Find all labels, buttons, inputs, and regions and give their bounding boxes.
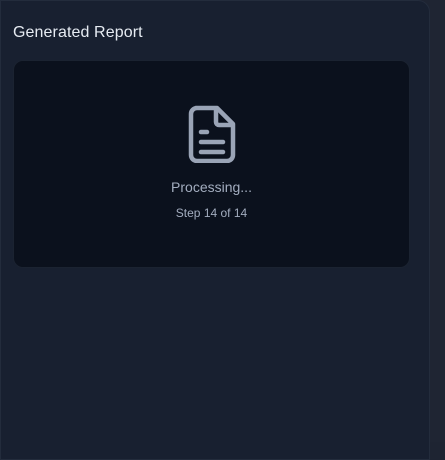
report-card bbox=[13, 60, 410, 268]
step-indicator: Step 14 of 14 bbox=[175, 206, 248, 220]
report-panel: Generated Report Processing... Step 14 o… bbox=[0, 0, 430, 460]
panel-title: Generated Report bbox=[13, 24, 143, 41]
right-gutter bbox=[430, 0, 445, 442]
processing-status: Processing... bbox=[171, 179, 252, 195]
document-icon bbox=[188, 105, 236, 163]
